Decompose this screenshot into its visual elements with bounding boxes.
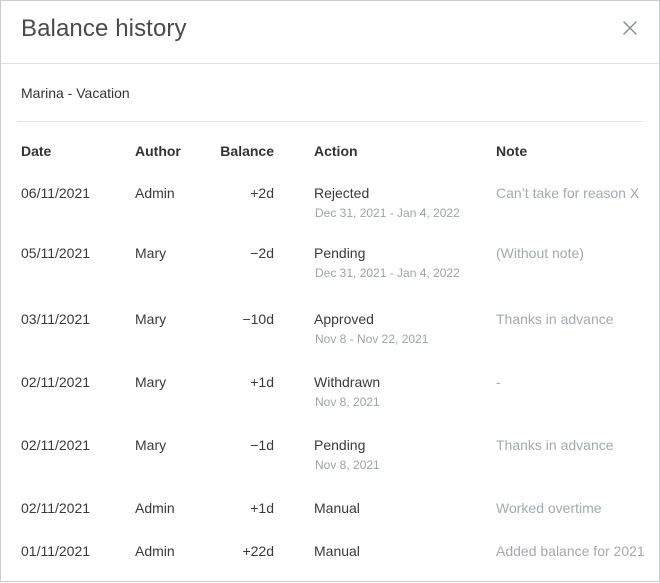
row-note: Added balance for 2021	[496, 543, 645, 559]
row-period: Dec 31, 2021 - Jan 4, 2022	[315, 266, 460, 280]
row-note: Can’t take for reason X	[496, 185, 640, 201]
row-balance: −2d	[250, 245, 274, 261]
table-row: 01/11/2021 Admin +22d Manual Added balan…	[1, 543, 659, 583]
row-date: 01/11/2021	[21, 543, 91, 559]
row-balance: +22d	[242, 543, 274, 559]
row-action: Withdrawn	[314, 374, 381, 390]
row-date: 02/11/2021	[21, 374, 91, 390]
row-action: Manual	[314, 500, 360, 516]
employee-leave-type: Marina - Vacation	[21, 85, 130, 101]
dialog-title: Balance history	[21, 15, 187, 42]
row-author: Admin	[135, 185, 175, 201]
table-row: 03/11/2021 Mary −10d Approved Nov 8 - No…	[1, 311, 659, 351]
row-action: Manual	[314, 543, 360, 559]
table-row: 02/11/2021 Admin +1d Manual Worked overt…	[1, 500, 659, 540]
row-balance: +1d	[250, 374, 274, 390]
row-date: 06/11/2021	[21, 185, 91, 201]
table-header: Date Author Balance Action Note	[1, 143, 659, 161]
header-date: Date	[21, 143, 52, 159]
row-date: 05/11/2021	[21, 245, 91, 261]
row-period: Dec 31, 2021 - Jan 4, 2022	[315, 206, 460, 220]
row-author: Mary	[135, 374, 167, 390]
row-author: Mary	[135, 437, 167, 453]
row-note: Worked overtime	[496, 500, 602, 516]
row-note: (Without note)	[496, 245, 584, 261]
row-author: Mary	[135, 311, 167, 327]
row-date: 02/11/2021	[21, 437, 91, 453]
row-balance: +1d	[250, 500, 274, 516]
header-note: Note	[496, 143, 528, 159]
row-action: Pending	[314, 437, 366, 453]
row-note: Thanks in advance	[496, 311, 614, 327]
row-action: Pending	[314, 245, 366, 261]
table-row: 05/11/2021 Mary −2d Pending Dec 31, 2021…	[1, 245, 659, 285]
row-period: Nov 8 - Nov 22, 2021	[315, 332, 429, 346]
row-note: Thanks in advance	[496, 437, 614, 453]
dialog-header: Balance history	[1, 1, 659, 64]
row-period: Nov 8, 2021	[315, 458, 380, 472]
table-row: 06/11/2021 Admin +2d Rejected Dec 31, 20…	[1, 185, 659, 225]
row-balance: −1d	[250, 437, 274, 453]
close-icon[interactable]	[619, 17, 641, 39]
header-author: Author	[135, 143, 181, 159]
row-action: Approved	[314, 311, 374, 327]
header-action: Action	[314, 143, 358, 159]
row-period: Nov 8, 2021	[315, 395, 380, 409]
balance-history-dialog: Balance history Marina - Vacation Date A…	[0, 0, 660, 582]
row-note: -	[496, 374, 501, 390]
row-balance: +2d	[250, 185, 274, 201]
row-author: Mary	[135, 245, 167, 261]
row-action: Rejected	[314, 185, 370, 201]
row-date: 03/11/2021	[21, 311, 91, 327]
row-balance: −10d	[242, 311, 274, 327]
divider	[17, 121, 643, 122]
row-date: 02/11/2021	[21, 500, 91, 516]
table-row: 02/11/2021 Mary −1d Pending Nov 8, 2021 …	[1, 437, 659, 477]
row-author: Admin	[135, 543, 175, 559]
header-balance: Balance	[220, 143, 274, 159]
row-author: Admin	[135, 500, 175, 516]
table-row: 02/11/2021 Mary +1d Withdrawn Nov 8, 202…	[1, 374, 659, 414]
